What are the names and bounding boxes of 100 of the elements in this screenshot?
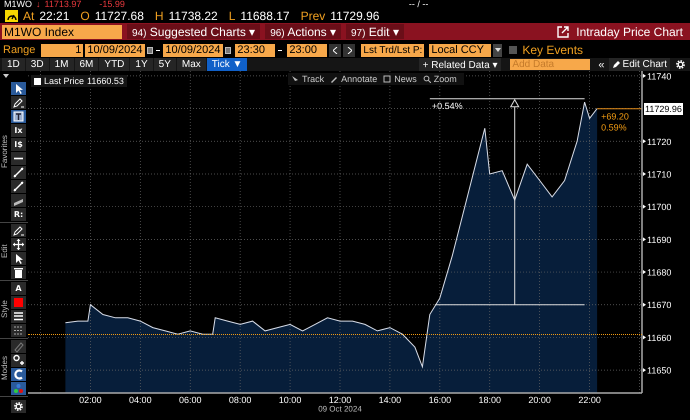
x-axis-label: 20:00 bbox=[528, 395, 551, 405]
trend-line-icon[interactable] bbox=[11, 166, 26, 179]
pencil-icon[interactable] bbox=[330, 75, 338, 83]
x-axis-label: 06:00 bbox=[178, 395, 202, 405]
tick-mark-icon bbox=[643, 74, 646, 78]
quote-label: L bbox=[228, 9, 236, 23]
period-tab[interactable]: Max bbox=[176, 58, 206, 71]
y-axis-label: 11690 bbox=[647, 234, 672, 245]
document-icon[interactable] bbox=[383, 75, 392, 83]
period-tab[interactable]: Tick ▼ bbox=[206, 58, 248, 71]
settings-icon[interactable] bbox=[11, 400, 26, 413]
magnet-icon[interactable] bbox=[11, 368, 26, 381]
search-icon[interactable] bbox=[422, 75, 431, 83]
trash-icon[interactable] bbox=[11, 266, 26, 279]
menu-button[interactable]: 96) Actions ▾ bbox=[265, 24, 341, 39]
magnet-plus-icon[interactable] bbox=[11, 354, 26, 367]
last-price: 11713.97 bbox=[44, 0, 82, 9]
x-axis-label: 18:00 bbox=[478, 395, 502, 405]
pencil-icon bbox=[612, 60, 621, 69]
period-tab[interactable]: 1M bbox=[50, 58, 74, 71]
collapse-button[interactable]: « bbox=[595, 58, 608, 71]
settings-icon[interactable] bbox=[675, 59, 686, 70]
pen-icon[interactable] bbox=[11, 96, 26, 109]
legend-swatch-icon bbox=[34, 78, 41, 84]
tick-mark-icon bbox=[643, 204, 646, 209]
chart-tool-button[interactable]: Track bbox=[301, 74, 328, 84]
period-tab[interactable]: 1D bbox=[2, 58, 25, 71]
external-link-icon[interactable] bbox=[557, 26, 570, 38]
period-tab[interactable]: 6M bbox=[74, 58, 98, 71]
tool-button[interactable]: Ix bbox=[11, 124, 26, 137]
y-axis-label: 11680 bbox=[647, 268, 672, 278]
period-tab[interactable]: 5Y bbox=[154, 58, 176, 71]
ticker-symbol: M1WO bbox=[4, 0, 32, 9]
prev-price: 11729.96 bbox=[330, 9, 380, 23]
tool-button[interactable]: R: bbox=[11, 208, 26, 221]
change-percent: 0.59% bbox=[601, 122, 627, 133]
next-button[interactable] bbox=[343, 44, 356, 56]
date-field[interactable]: 10/09/2024 bbox=[163, 44, 224, 56]
x-axis-label: 12:00 bbox=[328, 395, 352, 405]
high-price: 11738.22 bbox=[168, 9, 218, 23]
y-axis-label: 11660 bbox=[647, 332, 672, 343]
menu-button[interactable]: 97) Edit ▾ bbox=[346, 24, 404, 39]
pointer-icon[interactable] bbox=[11, 82, 26, 95]
quote-time: 22:21 bbox=[39, 9, 70, 23]
period-tab[interactable]: 1Y bbox=[130, 58, 153, 71]
x-axis-label: 08:00 bbox=[228, 395, 252, 405]
field-dropdown[interactable]: Lst Trd/Lst P: bbox=[361, 44, 424, 56]
range-label: Range bbox=[3, 44, 36, 56]
time-field[interactable]: 23:00 bbox=[287, 44, 328, 56]
pen-icon[interactable] bbox=[11, 224, 26, 237]
chart-tool-button[interactable]: Annotate bbox=[340, 74, 382, 84]
last-price-tag: 11729.96 bbox=[644, 102, 683, 115]
currency-dropdown[interactable]: Local CCY bbox=[429, 44, 492, 56]
calendar-icon[interactable] bbox=[225, 46, 232, 54]
date-label: 09 Oct 2024 bbox=[318, 404, 362, 414]
toolbar-group-label: Edit bbox=[0, 243, 10, 260]
toolbar-group-label: Favorites bbox=[0, 134, 10, 170]
line-style-icon[interactable] bbox=[11, 324, 26, 337]
period-tab[interactable]: YTD bbox=[99, 58, 130, 71]
tool-button[interactable]: I$ bbox=[11, 138, 26, 151]
cursor-icon[interactable] bbox=[291, 75, 299, 83]
legend-label: Last Price bbox=[44, 76, 84, 86]
text-tool-icon[interactable] bbox=[11, 110, 26, 123]
tick-mark-icon bbox=[643, 172, 646, 176]
chart-tool-button[interactable]: News bbox=[393, 74, 421, 84]
bid-ask: -- / -- bbox=[408, 0, 428, 9]
menu-button[interactable]: 94) Suggested Charts ▾ bbox=[127, 24, 260, 39]
x-axis-label: 02:00 bbox=[79, 395, 102, 405]
change-arrow: ↓ bbox=[36, 0, 40, 9]
previous-button[interactable] bbox=[329, 44, 342, 56]
legend-value: 11660.53 bbox=[87, 76, 124, 86]
time-field[interactable]: 23:30 bbox=[235, 44, 276, 56]
tick-mark-icon bbox=[643, 335, 646, 340]
y-axis-label: 11670 bbox=[647, 300, 672, 310]
pointer-icon[interactable] bbox=[11, 252, 26, 265]
y-axis-label: 11710 bbox=[647, 169, 672, 180]
move-icon[interactable] bbox=[11, 238, 26, 251]
color-swatch-icon[interactable] bbox=[11, 296, 26, 309]
range-count-field[interactable]: 1 bbox=[41, 44, 84, 56]
edit-chart-button[interactable]: Edit Chart bbox=[608, 58, 670, 71]
key-events-checkbox[interactable] bbox=[509, 46, 518, 54]
color-dots-icon[interactable] bbox=[11, 382, 26, 395]
quote-label: O bbox=[80, 9, 90, 23]
date-field[interactable]: 10/09/2024 bbox=[85, 44, 146, 56]
tick-mark-icon bbox=[643, 139, 646, 144]
trend-line-icon[interactable] bbox=[11, 180, 26, 193]
last-price-line bbox=[596, 108, 642, 110]
chart-title: Intraday Price Chart bbox=[576, 24, 683, 38]
related-data-button[interactable]: + Related Data ▾ bbox=[418, 58, 502, 71]
y-axis-label: 11740 bbox=[647, 71, 672, 82]
calendar-icon[interactable] bbox=[147, 46, 154, 54]
tool-button[interactable]: A bbox=[11, 282, 26, 295]
dropdown-caret-icon[interactable] bbox=[493, 44, 502, 56]
period-tab[interactable]: 3D bbox=[26, 58, 49, 71]
line-weight-icon[interactable] bbox=[11, 310, 26, 323]
security-field[interactable]: M1WO Index bbox=[2, 24, 122, 38]
net-change: -15.99 bbox=[99, 0, 125, 9]
chart-tool-button[interactable]: Zoom bbox=[432, 74, 461, 84]
measurement-label: +0.54% bbox=[432, 100, 463, 111]
channel-icon[interactable] bbox=[11, 194, 26, 207]
